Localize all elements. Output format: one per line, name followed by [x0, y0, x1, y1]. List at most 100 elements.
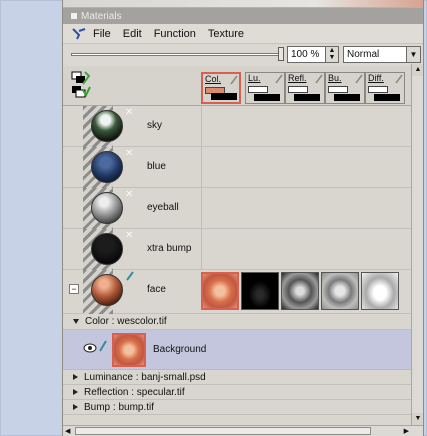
title-bar[interactable]: Materials	[63, 8, 423, 24]
reflection-channel-row[interactable]: Reflection : specular.tif	[63, 385, 423, 400]
eye-icon[interactable]	[83, 343, 97, 353]
channel-color-swatch[interactable]	[288, 86, 308, 93]
channel-black-swatch[interactable]	[211, 93, 237, 100]
pencil-icon[interactable]	[355, 74, 363, 84]
toolbar: 100 % ▲ ▼ Normal ▼	[63, 44, 423, 66]
channel-label: Col.	[205, 74, 222, 84]
channel-header-lu[interactable]: Lu.	[245, 72, 285, 104]
material-manager-icon[interactable]	[71, 27, 87, 41]
material-name: eyeball	[147, 202, 179, 213]
menu-function[interactable]: Function	[154, 28, 196, 40]
channel-label: Diff.	[368, 73, 384, 83]
material-preview-face	[91, 274, 123, 306]
luminance-channel-label: Luminance : banj-small.psd	[84, 371, 206, 383]
material-row-xtra-bump[interactable]: ✕ xtra bump	[63, 229, 423, 270]
bump-channel-thumb[interactable]	[321, 272, 359, 310]
color-channel-thumb[interactable]	[201, 272, 239, 310]
collapse-toggle[interactable]: −	[69, 284, 79, 294]
channel-header-col[interactable]: Col.	[201, 72, 241, 104]
layer-name: Background	[153, 344, 207, 355]
material-preview-blue	[91, 151, 123, 183]
material-preview-xtra-bump	[91, 233, 123, 265]
row-divider	[201, 188, 202, 229]
opacity-slider-track[interactable]	[71, 53, 279, 56]
row-divider	[201, 106, 202, 147]
material-name: blue	[147, 161, 166, 172]
luminance-channel-thumb[interactable]	[241, 272, 279, 310]
row-divider	[201, 147, 202, 188]
scroll-up-icon[interactable]: ▲	[412, 64, 423, 76]
close-icon[interactable]: ✕	[125, 148, 133, 159]
channel-black-swatch[interactable]	[254, 94, 280, 101]
vertical-scrollbar[interactable]: ▲ ▼	[411, 64, 423, 425]
material-preview-sky	[91, 110, 123, 142]
pencil-icon[interactable]	[99, 340, 107, 352]
bump-channel-row[interactable]: Bump : bump.tif	[63, 400, 423, 415]
triangle-right-icon[interactable]	[73, 374, 78, 380]
channel-color-swatch[interactable]	[368, 86, 388, 93]
channel-label: Lu.	[248, 73, 261, 83]
scroll-left-icon[interactable]: ◀	[65, 426, 70, 436]
luminance-channel-row[interactable]: Luminance : banj-small.psd	[63, 370, 423, 385]
pencil-icon[interactable]	[275, 74, 283, 84]
diffusion-channel-thumb[interactable]	[361, 272, 399, 310]
material-name: sky	[147, 120, 162, 131]
top-strip	[63, 0, 423, 8]
zoom-stepper[interactable]: ▲ ▼	[325, 46, 339, 63]
scroll-right-icon[interactable]: ▶	[404, 426, 409, 436]
close-icon[interactable]: ✕	[125, 107, 133, 118]
layer-thumbnail[interactable]	[112, 333, 146, 367]
reflection-channel-label: Reflection : specular.tif	[84, 386, 185, 398]
menu-bar: File Edit Function Texture	[63, 24, 423, 44]
pencil-icon[interactable]	[315, 74, 323, 84]
layer-visibility-icon[interactable]	[71, 70, 91, 100]
channel-black-swatch[interactable]	[374, 94, 400, 101]
menu-edit[interactable]: Edit	[123, 28, 142, 40]
close-icon[interactable]: ✕	[125, 230, 133, 241]
material-list: ✕ sky ✕ blue ✕ eyeball ✕ xtra bump − fac…	[63, 106, 423, 415]
channel-header-refl[interactable]: Refl.	[285, 72, 325, 104]
horizontal-scrollbar[interactable]: ◀ ▶	[63, 425, 423, 436]
material-row-sky[interactable]: ✕ sky	[63, 106, 423, 147]
row-divider	[201, 229, 202, 270]
window-title: Materials	[81, 10, 122, 22]
menu-texture[interactable]: Texture	[208, 28, 244, 40]
materials-window: Materials File Edit Function Texture 100…	[62, 0, 424, 436]
triangle-down-icon[interactable]	[73, 319, 79, 324]
pencil-icon[interactable]	[125, 271, 135, 281]
opacity-slider-thumb[interactable]	[278, 47, 284, 61]
material-row-face[interactable]: − face	[63, 270, 423, 314]
material-row-eyeball[interactable]: ✕ eyeball	[63, 188, 423, 229]
channel-black-swatch[interactable]	[294, 94, 320, 101]
color-channel-header[interactable]: Color : wescolor.tif	[63, 314, 423, 330]
pencil-icon[interactable]	[395, 74, 403, 84]
triangle-right-icon[interactable]	[73, 389, 78, 395]
material-preview-eyeball	[91, 192, 123, 224]
triangle-right-icon[interactable]	[73, 404, 78, 410]
menu-file[interactable]: File	[93, 28, 111, 40]
channel-header: Col. Lu. Refl. Bu. Diff.	[63, 66, 423, 106]
color-channel-label: Color : wescolor.tif	[85, 316, 167, 327]
chevron-down-icon[interactable]: ▼	[406, 47, 420, 62]
close-box-icon[interactable]	[71, 13, 77, 19]
channel-header-bu[interactable]: Bu.	[325, 72, 365, 104]
reflection-channel-thumb[interactable]	[281, 272, 319, 310]
channel-color-swatch[interactable]	[328, 86, 348, 93]
scroll-down-icon[interactable]: ▼	[412, 413, 423, 425]
pencil-icon[interactable]	[230, 75, 238, 85]
material-row-blue[interactable]: ✕ blue	[63, 147, 423, 188]
blend-mode-select[interactable]: Normal ▼	[343, 46, 421, 63]
material-name: face	[147, 284, 166, 295]
channel-label: Bu.	[328, 73, 342, 83]
channel-thumbnails	[201, 272, 399, 310]
horizontal-scroll-thumb[interactable]	[75, 427, 371, 435]
channel-header-diff[interactable]: Diff.	[365, 72, 405, 104]
blend-mode-value: Normal	[347, 49, 380, 60]
channel-label: Refl.	[288, 73, 307, 83]
channel-color-swatch[interactable]	[248, 86, 268, 93]
bump-channel-label: Bump : bump.tif	[84, 401, 155, 413]
layer-row-background[interactable]: Background	[63, 330, 423, 370]
material-name: xtra bump	[147, 243, 192, 254]
channel-black-swatch[interactable]	[334, 94, 360, 101]
close-icon[interactable]: ✕	[125, 189, 133, 200]
